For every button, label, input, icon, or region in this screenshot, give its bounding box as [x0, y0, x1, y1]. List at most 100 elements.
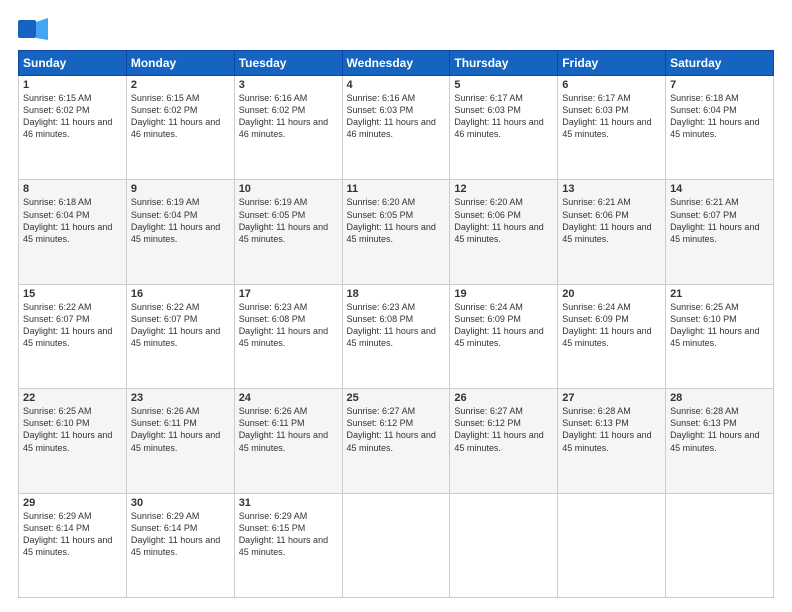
day-content: Sunrise: 6:21 AM Sunset: 6:07 PM Dayligh…: [670, 196, 769, 245]
day-number: 7: [670, 79, 769, 91]
calendar-cell: 20 Sunrise: 6:24 AM Sunset: 6:09 PM Dayl…: [558, 284, 666, 388]
calendar-cell: 23 Sunrise: 6:26 AM Sunset: 6:11 PM Dayl…: [126, 389, 234, 493]
day-number: 30: [131, 497, 230, 509]
day-content: Sunrise: 6:19 AM Sunset: 6:05 PM Dayligh…: [239, 196, 338, 245]
day-number: 12: [454, 183, 553, 195]
day-number: 27: [562, 392, 661, 404]
calendar-cell: 12 Sunrise: 6:20 AM Sunset: 6:06 PM Dayl…: [450, 180, 558, 284]
calendar-cell: 10 Sunrise: 6:19 AM Sunset: 6:05 PM Dayl…: [234, 180, 342, 284]
day-content: Sunrise: 6:27 AM Sunset: 6:12 PM Dayligh…: [347, 405, 446, 454]
day-number: 21: [670, 288, 769, 300]
day-content: Sunrise: 6:24 AM Sunset: 6:09 PM Dayligh…: [454, 301, 553, 350]
weekday-header-friday: Friday: [558, 51, 666, 76]
calendar-cell: 3 Sunrise: 6:16 AM Sunset: 6:02 PM Dayli…: [234, 76, 342, 180]
weekday-header-tuesday: Tuesday: [234, 51, 342, 76]
header: [18, 18, 774, 40]
day-number: 17: [239, 288, 338, 300]
calendar-cell: 27 Sunrise: 6:28 AM Sunset: 6:13 PM Dayl…: [558, 389, 666, 493]
calendar-cell: 22 Sunrise: 6:25 AM Sunset: 6:10 PM Dayl…: [19, 389, 127, 493]
calendar-cell: 2 Sunrise: 6:15 AM Sunset: 6:02 PM Dayli…: [126, 76, 234, 180]
day-content: Sunrise: 6:19 AM Sunset: 6:04 PM Dayligh…: [131, 196, 230, 245]
day-content: Sunrise: 6:29 AM Sunset: 6:14 PM Dayligh…: [131, 510, 230, 559]
day-number: 5: [454, 79, 553, 91]
day-content: Sunrise: 6:26 AM Sunset: 6:11 PM Dayligh…: [131, 405, 230, 454]
calendar-cell: 16 Sunrise: 6:22 AM Sunset: 6:07 PM Dayl…: [126, 284, 234, 388]
calendar-cell: 4 Sunrise: 6:16 AM Sunset: 6:03 PM Dayli…: [342, 76, 450, 180]
day-content: Sunrise: 6:23 AM Sunset: 6:08 PM Dayligh…: [347, 301, 446, 350]
page: SundayMondayTuesdayWednesdayThursdayFrid…: [0, 0, 792, 612]
day-number: 22: [23, 392, 122, 404]
day-content: Sunrise: 6:20 AM Sunset: 6:06 PM Dayligh…: [454, 196, 553, 245]
day-content: Sunrise: 6:15 AM Sunset: 6:02 PM Dayligh…: [23, 92, 122, 141]
calendar-cell: 19 Sunrise: 6:24 AM Sunset: 6:09 PM Dayl…: [450, 284, 558, 388]
day-number: 19: [454, 288, 553, 300]
day-number: 18: [347, 288, 446, 300]
weekday-header-saturday: Saturday: [666, 51, 774, 76]
day-content: Sunrise: 6:18 AM Sunset: 6:04 PM Dayligh…: [23, 196, 122, 245]
day-number: 15: [23, 288, 122, 300]
day-number: 1: [23, 79, 122, 91]
day-content: Sunrise: 6:27 AM Sunset: 6:12 PM Dayligh…: [454, 405, 553, 454]
calendar-cell: [558, 493, 666, 597]
logo-icon: [18, 18, 48, 40]
day-content: Sunrise: 6:22 AM Sunset: 6:07 PM Dayligh…: [23, 301, 122, 350]
day-content: Sunrise: 6:15 AM Sunset: 6:02 PM Dayligh…: [131, 92, 230, 141]
calendar-cell: 1 Sunrise: 6:15 AM Sunset: 6:02 PM Dayli…: [19, 76, 127, 180]
day-number: 2: [131, 79, 230, 91]
day-number: 3: [239, 79, 338, 91]
calendar-cell: 21 Sunrise: 6:25 AM Sunset: 6:10 PM Dayl…: [666, 284, 774, 388]
day-number: 9: [131, 183, 230, 195]
calendar-cell: 18 Sunrise: 6:23 AM Sunset: 6:08 PM Dayl…: [342, 284, 450, 388]
day-content: Sunrise: 6:16 AM Sunset: 6:03 PM Dayligh…: [347, 92, 446, 141]
day-content: Sunrise: 6:18 AM Sunset: 6:04 PM Dayligh…: [670, 92, 769, 141]
calendar-cell: 9 Sunrise: 6:19 AM Sunset: 6:04 PM Dayli…: [126, 180, 234, 284]
day-content: Sunrise: 6:16 AM Sunset: 6:02 PM Dayligh…: [239, 92, 338, 141]
calendar-table: SundayMondayTuesdayWednesdayThursdayFrid…: [18, 50, 774, 598]
calendar-cell: [342, 493, 450, 597]
day-number: 25: [347, 392, 446, 404]
day-content: Sunrise: 6:17 AM Sunset: 6:03 PM Dayligh…: [454, 92, 553, 141]
calendar-cell: 17 Sunrise: 6:23 AM Sunset: 6:08 PM Dayl…: [234, 284, 342, 388]
day-number: 23: [131, 392, 230, 404]
weekday-header-monday: Monday: [126, 51, 234, 76]
calendar-cell: 11 Sunrise: 6:20 AM Sunset: 6:05 PM Dayl…: [342, 180, 450, 284]
weekday-header-thursday: Thursday: [450, 51, 558, 76]
day-number: 10: [239, 183, 338, 195]
calendar-cell: 8 Sunrise: 6:18 AM Sunset: 6:04 PM Dayli…: [19, 180, 127, 284]
weekday-header-sunday: Sunday: [19, 51, 127, 76]
calendar-cell: 24 Sunrise: 6:26 AM Sunset: 6:11 PM Dayl…: [234, 389, 342, 493]
calendar-cell: 6 Sunrise: 6:17 AM Sunset: 6:03 PM Dayli…: [558, 76, 666, 180]
calendar-cell: 5 Sunrise: 6:17 AM Sunset: 6:03 PM Dayli…: [450, 76, 558, 180]
day-content: Sunrise: 6:29 AM Sunset: 6:14 PM Dayligh…: [23, 510, 122, 559]
day-number: 29: [23, 497, 122, 509]
day-content: Sunrise: 6:23 AM Sunset: 6:08 PM Dayligh…: [239, 301, 338, 350]
day-number: 31: [239, 497, 338, 509]
day-content: Sunrise: 6:29 AM Sunset: 6:15 PM Dayligh…: [239, 510, 338, 559]
calendar-cell: 13 Sunrise: 6:21 AM Sunset: 6:06 PM Dayl…: [558, 180, 666, 284]
day-content: Sunrise: 6:21 AM Sunset: 6:06 PM Dayligh…: [562, 196, 661, 245]
day-content: Sunrise: 6:28 AM Sunset: 6:13 PM Dayligh…: [562, 405, 661, 454]
calendar-cell: [666, 493, 774, 597]
day-number: 11: [347, 183, 446, 195]
day-number: 14: [670, 183, 769, 195]
calendar-cell: 29 Sunrise: 6:29 AM Sunset: 6:14 PM Dayl…: [19, 493, 127, 597]
day-number: 6: [562, 79, 661, 91]
calendar-cell: 15 Sunrise: 6:22 AM Sunset: 6:07 PM Dayl…: [19, 284, 127, 388]
calendar-cell: 28 Sunrise: 6:28 AM Sunset: 6:13 PM Dayl…: [666, 389, 774, 493]
calendar-cell: 30 Sunrise: 6:29 AM Sunset: 6:14 PM Dayl…: [126, 493, 234, 597]
day-content: Sunrise: 6:25 AM Sunset: 6:10 PM Dayligh…: [670, 301, 769, 350]
day-content: Sunrise: 6:28 AM Sunset: 6:13 PM Dayligh…: [670, 405, 769, 454]
logo: [18, 18, 52, 40]
weekday-header-wednesday: Wednesday: [342, 51, 450, 76]
day-number: 24: [239, 392, 338, 404]
calendar-cell: [450, 493, 558, 597]
calendar-cell: 14 Sunrise: 6:21 AM Sunset: 6:07 PM Dayl…: [666, 180, 774, 284]
day-content: Sunrise: 6:25 AM Sunset: 6:10 PM Dayligh…: [23, 405, 122, 454]
day-content: Sunrise: 6:20 AM Sunset: 6:05 PM Dayligh…: [347, 196, 446, 245]
calendar-cell: 26 Sunrise: 6:27 AM Sunset: 6:12 PM Dayl…: [450, 389, 558, 493]
calendar-cell: 31 Sunrise: 6:29 AM Sunset: 6:15 PM Dayl…: [234, 493, 342, 597]
day-content: Sunrise: 6:24 AM Sunset: 6:09 PM Dayligh…: [562, 301, 661, 350]
day-number: 26: [454, 392, 553, 404]
day-number: 13: [562, 183, 661, 195]
day-number: 20: [562, 288, 661, 300]
